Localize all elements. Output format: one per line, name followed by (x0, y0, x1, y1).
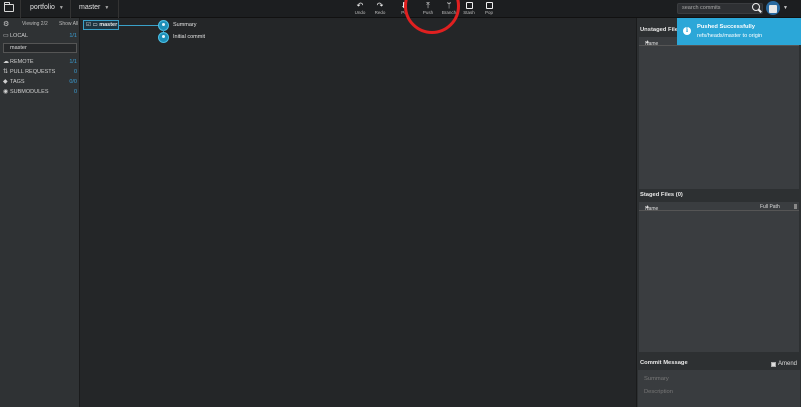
sidebar-section-count: 1/1 (69, 33, 77, 39)
sidebar-item-master[interactable]: master (3, 43, 77, 53)
avatar[interactable] (766, 1, 780, 15)
name-column-header[interactable]: Name ▲ (645, 39, 658, 47)
name-column-header[interactable]: Name ▲ (645, 204, 658, 212)
monitor-icon: ▭ (3, 33, 9, 39)
viewing-count: Viewing 2/2 (22, 21, 48, 27)
sidebar-section-count: 0 (73, 89, 77, 95)
sidebar-section-count: 0/0 (69, 79, 77, 85)
pop-icon (477, 1, 501, 10)
cloud-icon: ☁ (3, 59, 9, 65)
commit-node[interactable] (158, 32, 169, 43)
sidebar-section-local[interactable]: ▭ LOCAL 1/1 (0, 32, 80, 41)
push-success-toast[interactable]: i Pushed Successfully refs/heads/master … (677, 18, 801, 45)
commit-message[interactable]: Summary (173, 22, 197, 28)
commit-message[interactable]: Initial commit (173, 34, 205, 40)
info-icon: i (683, 27, 691, 35)
branch-selector[interactable]: master ▼ (79, 4, 109, 11)
search-icon[interactable] (752, 3, 760, 11)
branch-label-text: master (99, 22, 118, 28)
unstaged-files-title: Unstaged File (640, 27, 679, 33)
submodule-icon: ◉ (3, 89, 9, 95)
sidebar-section-remote[interactable]: ☁ REMOTE 1/1 (0, 58, 80, 67)
unstaged-files-list[interactable]: Name ▲ (639, 37, 799, 189)
sidebar-section-submodules[interactable]: ◉ SUBMODULES 0 (0, 88, 80, 97)
divider (118, 0, 119, 18)
pop-label: Pop (484, 10, 493, 15)
branch-name: master (79, 4, 101, 11)
full-path-column-header[interactable]: Full Path (760, 204, 780, 210)
amend-label: Amend (778, 361, 798, 367)
highlight-circle (404, 0, 460, 34)
right-panel: Unstaged File Name ▲ Staged Files (0) Na… (636, 18, 801, 407)
column-label: Name (645, 41, 659, 47)
gear-icon[interactable]: ⚙ (3, 20, 9, 28)
search-input[interactable]: search commits (677, 3, 763, 14)
branch-label-master[interactable]: ☑ ▭ master (83, 20, 119, 30)
sidebar-section-count: 1/1 (69, 59, 77, 65)
sidebar-section-label: TAGS (10, 79, 25, 85)
sidebar-section-tags[interactable]: ◆ TAGS 0/0 (0, 78, 80, 87)
staged-files-list[interactable]: Name ▲ Full Path (639, 202, 799, 352)
repo-selector[interactable]: portfolio ▼ (30, 4, 64, 11)
show-all-link[interactable]: Show All (59, 21, 78, 27)
repo-name: portfolio (30, 4, 55, 11)
redo-button[interactable]: ↷ Redo (368, 1, 392, 17)
folder-icon[interactable] (4, 2, 14, 12)
sidebar-section-label: LOCAL (10, 33, 29, 39)
sidebar-section-pull-requests[interactable]: ⇅ PULL REQUESTS 0 (0, 68, 80, 77)
toast-subtitle: refs/heads/master to origin (697, 33, 763, 39)
commit-message-area[interactable]: Summary Description (638, 370, 800, 407)
left-sidebar: ⚙ Viewing 2/2 Show All ▭ LOCAL 1/1 maste… (0, 18, 80, 407)
sidebar-section-label: REMOTE (10, 59, 34, 65)
toast-title: Pushed Successfully (697, 24, 755, 30)
redo-icon: ↷ (376, 1, 384, 10)
column-header: Name ▲ Full Path (639, 202, 799, 212)
divider (20, 0, 21, 18)
summary-input[interactable]: Summary (644, 376, 669, 382)
chevron-down-icon[interactable]: ▼ (783, 5, 788, 11)
tag-icon: ◆ (3, 79, 8, 85)
scrollbar[interactable] (794, 204, 797, 209)
chevron-down-icon: ▼ (58, 5, 64, 11)
description-input[interactable]: Description (644, 389, 673, 395)
divider (70, 0, 71, 18)
amend-checkbox[interactable] (771, 362, 776, 367)
pull-request-icon: ⇅ (3, 69, 9, 75)
sidebar-section-label: SUBMODULES (10, 89, 49, 95)
top-toolbar: portfolio ▼ master ▼ ↶ Undo ↷ Redo ⬇ Pu ⤒ Push… (0, 0, 801, 18)
column-label: Name (645, 206, 659, 212)
branch-connector (119, 25, 159, 26)
staged-files-title: Staged Files (0) (640, 192, 683, 198)
commit-message-title: Commit Message (640, 360, 688, 366)
sidebar-header: ⚙ Viewing 2/2 Show All (0, 18, 80, 30)
redo-label: Redo (374, 10, 386, 15)
sidebar-section-label: PULL REQUESTS (10, 69, 56, 75)
sidebar-section-count: 0 (73, 69, 77, 75)
pop-button[interactable]: Pop (477, 1, 501, 17)
chevron-down-icon: ▼ (104, 5, 110, 11)
